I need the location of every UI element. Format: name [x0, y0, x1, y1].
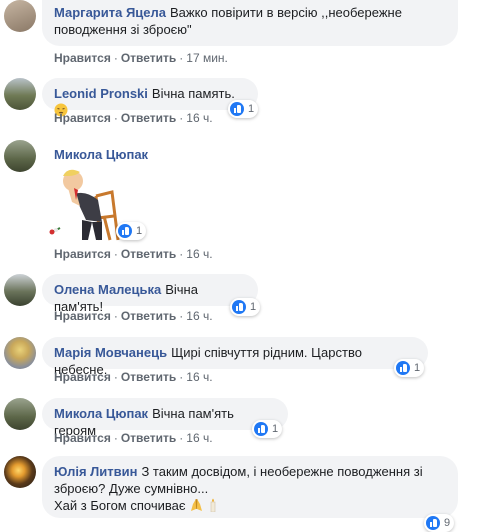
comment-author[interactable]: Олена Малецька: [54, 282, 161, 297]
like-link[interactable]: Нравится: [54, 370, 111, 384]
comment-text: Важко повірити в версію ,,необережне: [170, 5, 402, 20]
reply-link[interactable]: Ответить: [121, 111, 176, 125]
comment-time[interactable]: 16 ч.: [186, 111, 212, 125]
like-link[interactable]: Нравится: [54, 309, 111, 323]
comment-author[interactable]: Микола Цюпак: [54, 406, 148, 421]
like-icon: [396, 361, 410, 375]
comment-actions: Нравится · Ответить · 16 ч.: [54, 431, 213, 445]
comment-bubble: Марія Мовчанець Щирі співчуття рідним. Ца…: [42, 337, 428, 377]
comment-author[interactable]: Юлія Литвин: [54, 464, 137, 479]
comment-author[interactable]: Микола Цюпак: [54, 147, 148, 162]
comment-time[interactable]: 16 ч.: [186, 309, 212, 323]
avatar[interactable]: [4, 456, 36, 488]
like-link[interactable]: Нравится: [54, 111, 111, 125]
like-icon: [426, 516, 440, 530]
reply-link[interactable]: Ответить: [121, 309, 176, 323]
comment-time[interactable]: 16 ч.: [186, 431, 212, 445]
comment-bubble: Юлія Литвин З таким досвідом, і необережн…: [42, 456, 458, 518]
sad-man-on-chair-sticker-icon: [46, 166, 122, 242]
reaction-count[interactable]: 1: [230, 298, 261, 316]
reply-link[interactable]: Ответить: [121, 370, 176, 384]
like-icon: [230, 102, 244, 116]
comment-actions: Нравится · Ответить · 16 ч.: [54, 111, 213, 125]
like-link[interactable]: Нравится: [54, 247, 111, 261]
comment-text: поводження зі зброєю": [54, 22, 192, 37]
comment-bubble: Leonid Pronski Вічна память.: [42, 78, 258, 117]
avatar[interactable]: [4, 140, 36, 172]
comment-text: зброєю? Дуже сумнівно...: [54, 481, 209, 496]
like-icon: [254, 422, 268, 436]
avatar[interactable]: [4, 274, 36, 306]
comment-bubble: Маргарита Яцела Важко повірити в версію ,…: [42, 0, 458, 46]
comment-actions: Нравится · Ответить · 16 ч.: [54, 370, 213, 384]
reply-link[interactable]: Ответить: [121, 51, 176, 65]
avatar[interactable]: [4, 78, 36, 110]
avatar[interactable]: [4, 337, 36, 369]
comment-author[interactable]: Маргарита Яцела: [54, 5, 166, 20]
comment-bubble: Олена Малецька Вічна пам'ять!: [42, 274, 258, 314]
comment-author[interactable]: Марія Мовчанець: [54, 345, 167, 360]
candle-icon: [208, 498, 218, 516]
comment-text: Вічна память.: [151, 86, 235, 101]
like-icon: [118, 224, 132, 238]
reaction-count[interactable]: 1: [394, 359, 425, 377]
like-link[interactable]: Нравится: [54, 51, 111, 65]
comment-bubble: Микола Цюпак Вічна пам'ять героям: [42, 398, 288, 438]
comment-text: З таким досвідом, і необережне поводженн…: [141, 464, 423, 479]
reaction-count[interactable]: 1: [116, 222, 147, 240]
reaction-count[interactable]: 1: [228, 100, 259, 118]
comment-actions: Нравится · Ответить · 17 мин.: [54, 51, 228, 65]
comment-text: Хай з Богом спочиває: [54, 498, 186, 513]
comment-time[interactable]: 17 мин.: [186, 51, 228, 65]
comment-time[interactable]: 16 ч.: [186, 247, 212, 261]
like-icon: [232, 300, 246, 314]
avatar[interactable]: [4, 0, 36, 32]
reply-link[interactable]: Ответить: [121, 247, 176, 261]
like-link[interactable]: Нравится: [54, 431, 111, 445]
reply-link[interactable]: Ответить: [121, 431, 176, 445]
reaction-count[interactable]: 9: [424, 514, 455, 532]
comment-time[interactable]: 16 ч.: [186, 370, 212, 384]
comment-actions: Нравится · Ответить · 16 ч.: [54, 247, 213, 261]
avatar[interactable]: [4, 398, 36, 430]
praying-hands-icon: [189, 498, 204, 516]
comment-author[interactable]: Leonid Pronski: [54, 86, 148, 101]
comment-actions: Нравится · Ответить · 16 ч.: [54, 309, 213, 323]
reaction-count[interactable]: 1: [252, 420, 283, 438]
